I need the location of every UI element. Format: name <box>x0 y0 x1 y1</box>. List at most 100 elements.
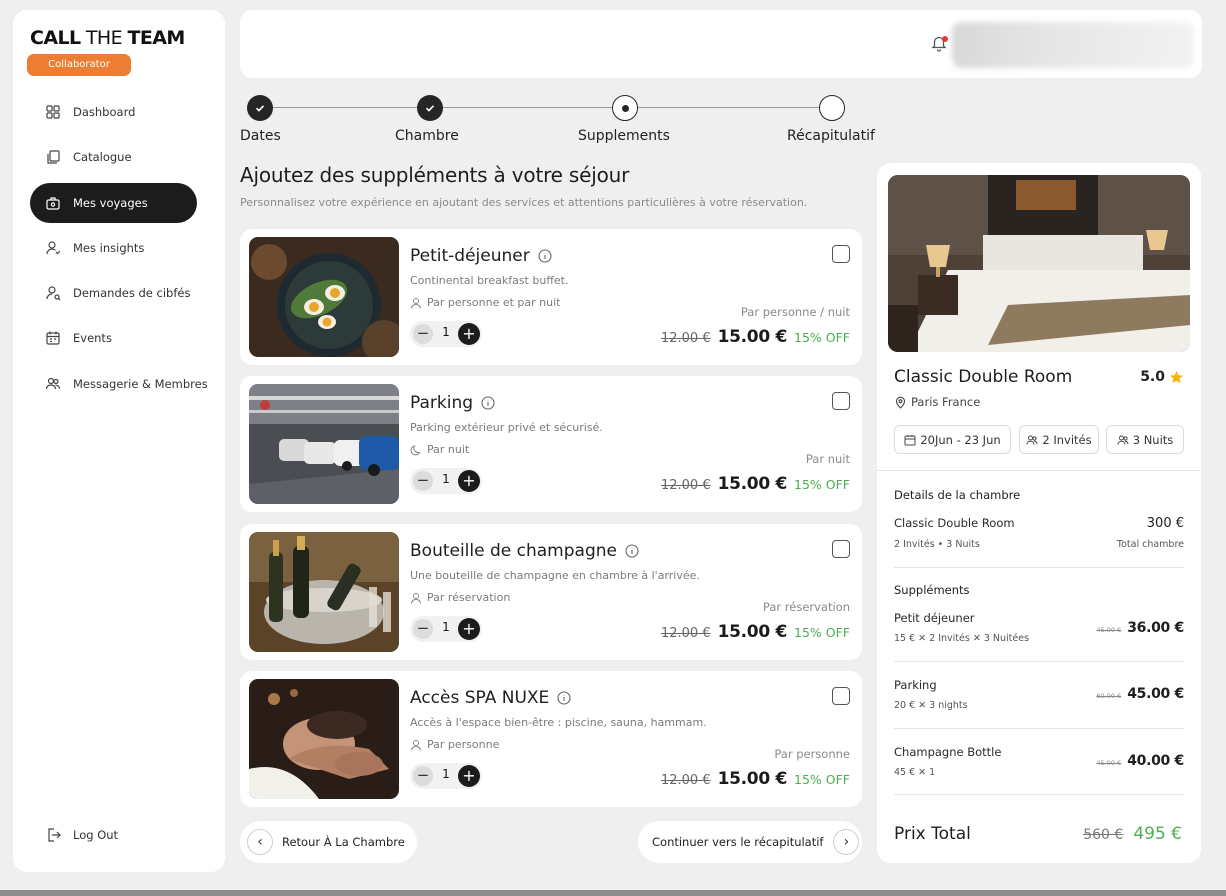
users-icon <box>1117 435 1129 445</box>
room-rating: 5.0 <box>1140 369 1184 385</box>
sidebar-item-catalogue[interactable]: Catalogue <box>30 137 197 177</box>
suitcase-icon <box>45 195 61 211</box>
divider <box>894 661 1184 662</box>
person-icon <box>411 592 421 604</box>
page-subtitle: Personnalisez votre expérience en ajouta… <box>240 196 808 209</box>
logout-button[interactable]: Log Out <box>30 815 197 855</box>
step-supplements-current[interactable] <box>612 95 638 121</box>
new-price: 15.00 € <box>717 622 788 642</box>
select-checkbox[interactable] <box>832 540 850 558</box>
room-line-details: 2 Invités • 3 Nuits <box>894 539 980 550</box>
price-basis: Par nuit <box>805 452 850 466</box>
summary-line-name: Parking <box>894 678 937 692</box>
room-location: Paris France <box>894 395 980 409</box>
price-basis: Par réservation <box>762 600 850 614</box>
page-title: Ajoutez des suppléments à votre séjour <box>240 163 630 187</box>
step-chambre-done[interactable] <box>417 95 443 121</box>
supplement-description: Continental breakfast buffet. <box>410 274 569 287</box>
select-checkbox[interactable] <box>832 392 850 410</box>
quantity-value[interactable]: 1 <box>438 767 454 781</box>
continue-to-recap-button[interactable]: Continuer vers le récapitulatif › <box>638 821 862 863</box>
step-label-recap: Récapitulatif <box>787 128 875 144</box>
parking-image <box>249 384 399 504</box>
decrement-button[interactable]: − <box>413 324 433 344</box>
step-recap-todo[interactable] <box>819 95 845 121</box>
notification-dot <box>942 36 948 42</box>
person-icon <box>411 297 421 309</box>
divider <box>894 794 1184 795</box>
sidebar-item-demandes[interactable]: Demandes de cibfés <box>30 273 197 313</box>
old-price: 12.00 € <box>660 773 711 788</box>
quantity-value[interactable]: 1 <box>438 620 454 634</box>
supplement-card-breakfast: Petit-déjeuner Continental breakfast buf… <box>240 229 862 365</box>
supplement-title: Bouteille de champagne <box>410 541 639 561</box>
increment-button[interactable]: + <box>458 618 480 640</box>
info-icon[interactable] <box>481 396 495 410</box>
spa-image <box>249 679 399 799</box>
sidebar-item-mes-voyages[interactable]: Mes voyages <box>30 183 197 223</box>
supplement-card-spa: Accès SPA NUXE Accès à l'espace bien-êtr… <box>240 671 862 807</box>
old-price: 12.00 € <box>660 331 711 346</box>
sidebar-item-dashboard[interactable]: Dashboard <box>30 92 197 132</box>
price-basis: Par personne / nuit <box>740 305 850 319</box>
total-label: Prix Total <box>894 824 971 844</box>
divider <box>877 470 1201 471</box>
supplement-unit: Par personne et par nuit <box>410 296 560 309</box>
step-label-chambre: Chambre <box>395 128 459 144</box>
step-label-dates: Dates <box>240 128 281 144</box>
back-button-label: Retour À La Chambre <box>282 835 405 849</box>
nights-chip[interactable]: 3 Nuits <box>1106 425 1184 454</box>
quantity-stepper: − 1 + <box>410 321 482 347</box>
map-pin-icon <box>895 396 906 409</box>
continue-button-label: Continuer vers le récapitulatif <box>652 835 824 849</box>
step-connector <box>273 107 417 108</box>
old-price: 12.00 € <box>660 478 711 493</box>
user-profile-blurred[interactable] <box>952 22 1194 68</box>
price-basis: Par personne <box>774 747 850 761</box>
step-dates-done[interactable] <box>247 95 273 121</box>
increment-button[interactable]: + <box>458 470 480 492</box>
supplement-description: Accès à l'espace bien-être : piscine, sa… <box>410 716 707 729</box>
new-price: 15.00 € <box>717 327 788 347</box>
decrement-button[interactable]: − <box>413 619 433 639</box>
back-to-room-button[interactable]: ‹ Retour À La Chambre <box>240 821 417 863</box>
calendar-icon <box>45 330 61 346</box>
room-line-total-label: Total chambre <box>1116 539 1184 550</box>
increment-button[interactable]: + <box>458 323 480 345</box>
sidebar-item-messagerie[interactable]: Messagerie & Membres <box>30 364 208 404</box>
users-icon <box>45 376 61 392</box>
select-checkbox[interactable] <box>832 245 850 263</box>
sidebar-item-events[interactable]: Events <box>30 318 197 358</box>
quantity-stepper: − 1 + <box>410 616 482 642</box>
quantity-value[interactable]: 1 <box>438 325 454 339</box>
old-price: 12.00 € <box>660 626 711 641</box>
supplement-title: Parking <box>410 393 495 413</box>
decrement-button[interactable]: − <box>413 766 433 786</box>
dates-chip[interactable]: 20Jun - 23 Jun <box>894 425 1011 454</box>
supplement-description: Une bouteille de champagne en chambre à … <box>410 569 700 582</box>
info-icon[interactable] <box>557 691 571 705</box>
increment-button[interactable]: + <box>458 765 480 787</box>
discount-label: 15% OFF <box>794 772 850 787</box>
discount-label: 15% OFF <box>794 625 850 640</box>
sidebar-item-label: Catalogue <box>73 150 132 164</box>
quantity-value[interactable]: 1 <box>438 472 454 486</box>
info-icon[interactable] <box>625 544 639 558</box>
select-checkbox[interactable] <box>832 687 850 705</box>
room-line-price: 300 € <box>1146 516 1184 531</box>
supplement-title: Petit-déjeuner <box>410 246 552 266</box>
decrement-button[interactable]: − <box>413 471 433 491</box>
summary-line-calc: 45 € ✕ 1 <box>894 767 936 778</box>
guests-chip[interactable]: 2 Invités <box>1019 425 1099 454</box>
discount-label: 15% OFF <box>794 477 850 492</box>
room-image <box>888 175 1190 352</box>
calendar-icon <box>904 434 916 445</box>
info-icon[interactable] <box>538 249 552 263</box>
supplement-card-champagne: Bouteille de champagne Une bouteille de … <box>240 524 862 660</box>
sidebar-item-mes-insights[interactable]: Mes insights <box>30 228 197 268</box>
supplement-unit: Par personne <box>410 738 499 751</box>
sidebar-item-label: Events <box>73 331 112 345</box>
booking-summary-panel: Classic Double Room 5.0 Paris France 20J… <box>877 163 1201 863</box>
moon-icon <box>410 444 421 455</box>
step-connector <box>443 107 612 108</box>
